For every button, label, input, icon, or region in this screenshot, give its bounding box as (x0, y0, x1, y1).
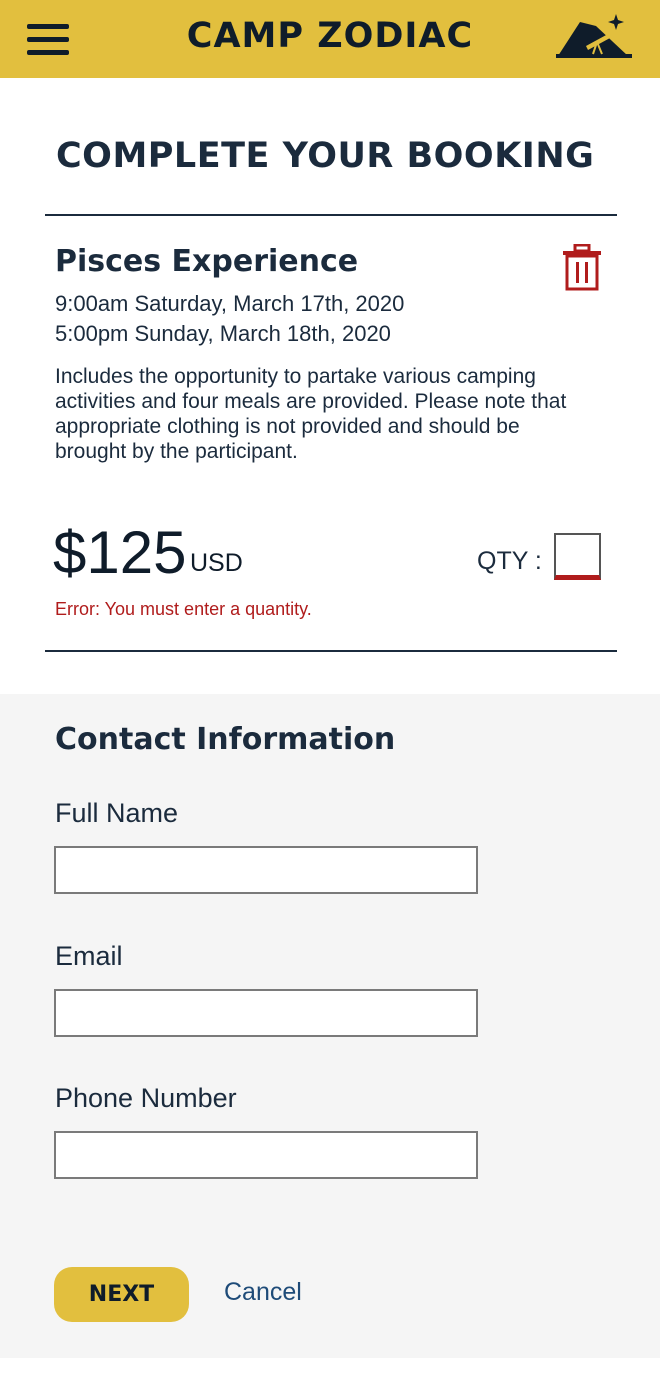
price-currency: USD (190, 549, 243, 577)
full-name-label: Full Name (55, 798, 179, 828)
divider (45, 214, 617, 216)
trash-icon[interactable] (562, 244, 602, 292)
contact-section: Contact Information Full Name Email Phon… (0, 694, 660, 1358)
quantity-error-message: Error: You must enter a quantity. (55, 599, 312, 619)
next-button[interactable]: NEXT (54, 1267, 189, 1322)
email-label: Email (55, 941, 123, 971)
app-header: CAMP ZODIAC (0, 0, 660, 78)
price-amount: $125 (53, 519, 187, 586)
booking-description: Includes the opportunity to partake vari… (55, 365, 567, 463)
quantity-label: QTY : (477, 547, 542, 575)
booking-start-time: 9:00am Saturday, March 17th, 2020 (55, 291, 405, 316)
booking-title: Pisces Experience (55, 244, 359, 279)
contact-section-title: Contact Information (55, 722, 396, 757)
cancel-link[interactable]: Cancel (224, 1278, 302, 1307)
email-field[interactable] (54, 989, 478, 1037)
booking-end-time: 5:00pm Sunday, March 18th, 2020 (55, 321, 391, 346)
full-name-field[interactable] (54, 846, 478, 894)
page-title: COMPLETE YOUR BOOKING (56, 136, 595, 176)
phone-label: Phone Number (55, 1083, 237, 1113)
tent-telescope-icon (556, 14, 632, 58)
phone-field[interactable] (54, 1131, 478, 1179)
divider (45, 650, 617, 652)
quantity-input[interactable] (554, 533, 601, 580)
